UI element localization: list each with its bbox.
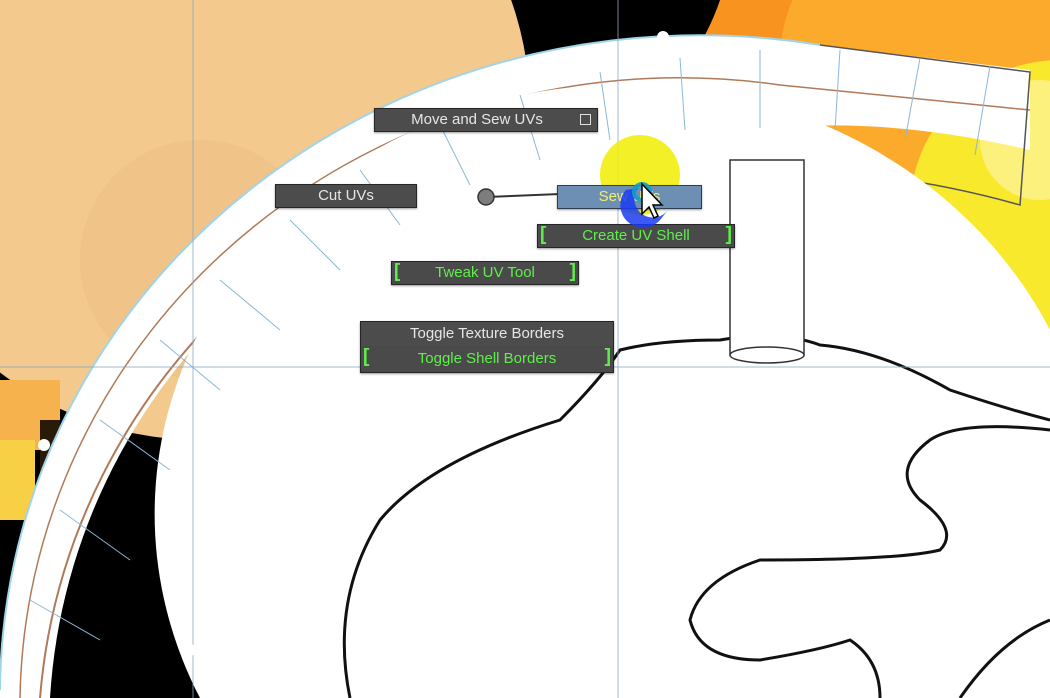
bracket-open: [ xyxy=(540,224,547,245)
tower-post xyxy=(729,159,805,356)
bracket-close: ] xyxy=(569,261,576,282)
move-and-sew-uvs-label: Move and Sew UVs xyxy=(411,111,543,128)
move-and-sew-uvs-button[interactable]: Move and Sew UVs xyxy=(374,108,598,132)
create-uv-shell-button[interactable]: [ Create UV Shell ] xyxy=(537,224,735,248)
cut-uvs-button[interactable]: Cut UVs xyxy=(275,184,417,208)
bracket-open: [ xyxy=(394,261,401,282)
bracket-open: [ xyxy=(363,346,370,367)
menu-origin-dot xyxy=(477,188,495,206)
toggle-shell-borders-button[interactable]: [ Toggle Shell Borders ] xyxy=(360,346,614,373)
toggle-texture-borders-label: Toggle Texture Borders xyxy=(410,325,564,342)
cut-uvs-label: Cut UVs xyxy=(318,187,374,204)
bracket-close: ] xyxy=(725,224,732,245)
toggle-texture-borders-button[interactable]: Toggle Texture Borders xyxy=(360,321,614,347)
tweak-uv-tool-label: Tweak UV Tool xyxy=(435,264,535,281)
sew-uvs-button[interactable]: Sew UVs xyxy=(557,185,702,209)
option-box-icon[interactable] xyxy=(580,114,591,125)
toggle-shell-borders-label: Toggle Shell Borders xyxy=(417,350,557,367)
tweak-uv-tool-button[interactable]: [ Tweak UV Tool ] xyxy=(391,261,579,285)
bracket-close: ] xyxy=(604,346,611,367)
sew-uvs-label: Sew UVs xyxy=(598,188,661,205)
uv-editor-viewport[interactable]: Move and Sew UVs Cut UVs Sew UVs [ Creat… xyxy=(0,0,1050,698)
create-uv-shell-label: Create UV Shell xyxy=(582,227,690,244)
